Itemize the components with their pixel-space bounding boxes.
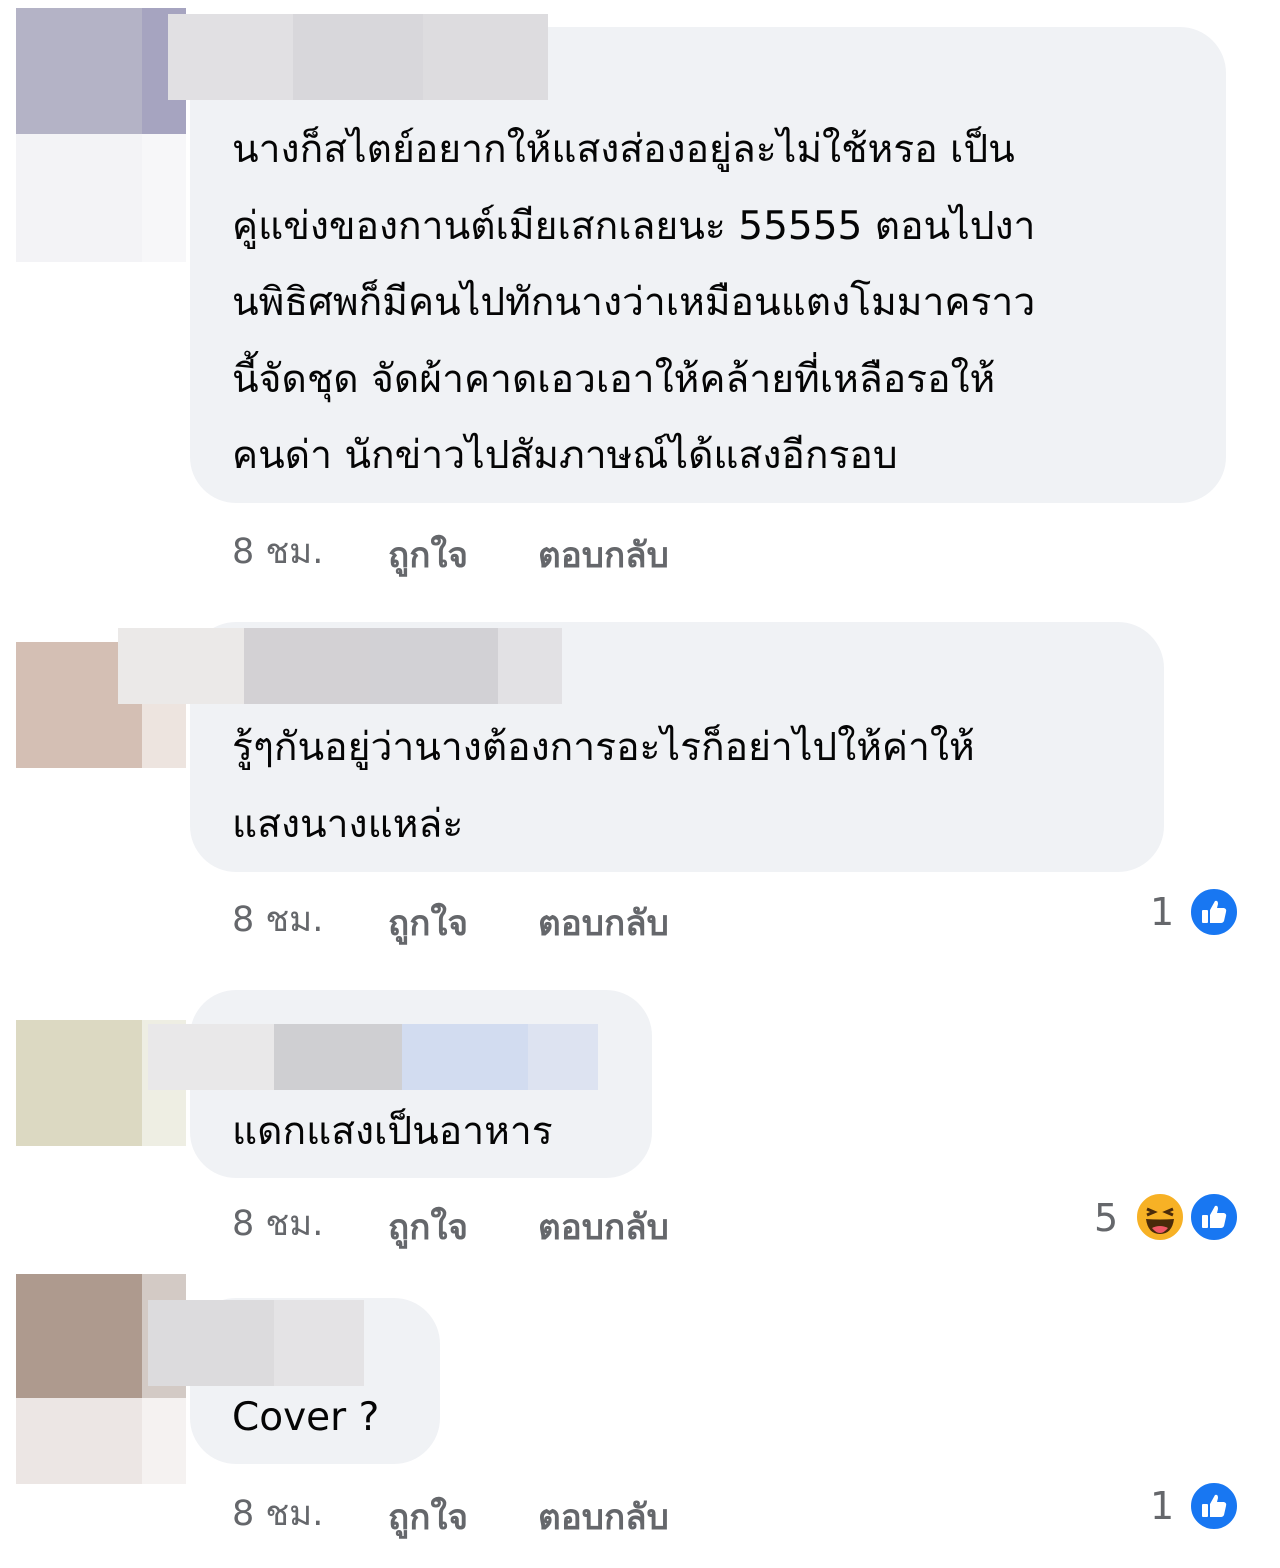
author-name-blurred[interactable] — [118, 628, 562, 704]
avatar[interactable] — [16, 8, 186, 262]
reaction-count[interactable]: 1 — [1150, 1484, 1174, 1528]
comment-actions: 8 ชม. ถูกใจ ตอบกลับ — [232, 892, 832, 944]
reply-button[interactable]: ตอบกลับ — [538, 1200, 669, 1255]
comment-text: รู้ๆกันอยู่ว่านางต้องการอะไรก็อย่าไปให้ค… — [232, 725, 975, 847]
reaction-count[interactable]: 1 — [1150, 890, 1174, 934]
comment-time[interactable]: 8 ชม. — [232, 1486, 323, 1541]
comment-actions: 8 ชม. ถูกใจ ตอบกลับ — [232, 524, 832, 576]
like-button[interactable]: ถูกใจ — [388, 1490, 468, 1545]
author-name-blurred[interactable] — [168, 14, 548, 100]
comment-time[interactable]: 8 ชม. — [232, 892, 323, 947]
comment-actions: 8 ชม. ถูกใจ ตอบกลับ — [232, 1196, 832, 1248]
like-button[interactable]: ถูกใจ — [388, 896, 468, 951]
reply-button[interactable]: ตอบกลับ — [538, 528, 669, 583]
comment-text: นางก็สไตย์อยากให้แสงส่องอยู่ละไม่ใช้หรอ … — [232, 127, 1036, 478]
like-button[interactable]: ถูกใจ — [388, 528, 468, 583]
author-name-blurred[interactable] — [148, 1300, 364, 1386]
comment-text: Cover ? — [232, 1395, 380, 1440]
like-icon[interactable] — [1188, 1480, 1240, 1532]
like-icon[interactable] — [1188, 1191, 1240, 1243]
reaction-count[interactable]: 5 — [1094, 1196, 1118, 1240]
reply-button[interactable]: ตอบกลับ — [538, 1490, 669, 1545]
comment-time[interactable]: 8 ชม. — [232, 1196, 323, 1251]
comment-time[interactable]: 8 ชม. — [232, 524, 323, 579]
author-name-blurred[interactable] — [148, 1024, 598, 1090]
reply-button[interactable]: ตอบกลับ — [538, 896, 669, 951]
like-icon[interactable] — [1188, 886, 1240, 938]
like-button[interactable]: ถูกใจ — [388, 1200, 468, 1255]
haha-icon[interactable] — [1134, 1191, 1186, 1243]
comment-actions: 8 ชม. ถูกใจ ตอบกลับ — [232, 1486, 832, 1538]
comment-text: แดกแสงเป็นอาหาร — [232, 1109, 553, 1154]
